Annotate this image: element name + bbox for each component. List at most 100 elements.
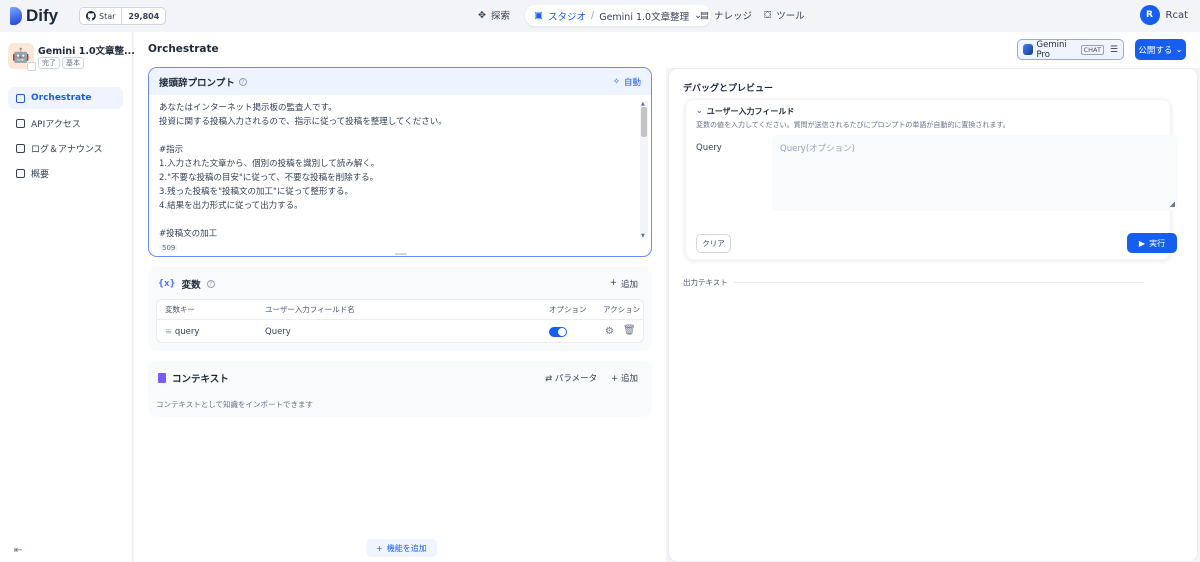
column-header: 変数キー xyxy=(165,305,195,314)
user-menu[interactable]: R Rcat xyxy=(1139,5,1189,25)
variables-table: 変数キー ユーザー入力フィールド名 オプション アクション ≡ query Qu… xyxy=(156,299,644,343)
sidebar-item-orchestrate[interactable]: Orchestrate xyxy=(8,87,123,109)
model-selector[interactable]: Gemini Pro CHAT ☰ xyxy=(1017,39,1124,60)
prompt-line: #投稿文の加工 xyxy=(159,229,218,239)
user-input-title: ユーザー入力フィールド xyxy=(706,107,795,116)
resize-handle[interactable] xyxy=(395,253,407,255)
chevron-down-icon: ⌄ xyxy=(1175,44,1183,55)
prompt-line: 3.残った投稿を"投稿文の加工"に従って整形する。 xyxy=(159,187,354,197)
github-star-label: Star xyxy=(99,11,116,21)
trash-icon[interactable]: 🗑 xyxy=(623,325,636,336)
gemini-icon xyxy=(1023,44,1033,55)
github-star-button[interactable]: Star 29,804 xyxy=(79,7,167,25)
resize-handle[interactable]: ◢ xyxy=(1170,200,1175,208)
output-label: 出力テキスト xyxy=(683,278,728,287)
sidebar-item-logs[interactable]: ログ＆アナウンス xyxy=(8,137,123,159)
parameters-label: パラメータ xyxy=(554,374,598,384)
variable-icon: {x} xyxy=(158,279,176,289)
query-label: Query xyxy=(696,143,722,153)
book-icon: ▤ xyxy=(700,9,709,21)
nav-tools[interactable]: ⛋ ツール xyxy=(764,5,805,25)
user-name: Rcat xyxy=(1165,9,1189,21)
context-title: コンテキスト xyxy=(172,374,229,385)
prompt-line xyxy=(159,129,635,143)
add-context-button[interactable]: + 追加 xyxy=(611,372,638,384)
logs-icon xyxy=(16,143,25,153)
nav-knowledge-label: ナレッジ xyxy=(713,11,752,22)
variable-key-cell: ≡ query xyxy=(165,320,199,344)
divider xyxy=(733,282,1144,283)
gear-icon[interactable]: ⚙ xyxy=(605,326,614,337)
auto-generate-button[interactable]: ✧ 自動 xyxy=(613,76,641,88)
prompt-line: #指示 xyxy=(159,145,184,155)
sidebar-item-label: Orchestrate xyxy=(31,93,92,103)
nav-app-name[interactable]: Gemini 1.0文章整理 xyxy=(599,9,689,23)
api-icon xyxy=(16,118,25,128)
parameters-button[interactable]: ⇄ パラメータ xyxy=(545,372,597,384)
app-selector[interactable]: 🤖 Gemini 1.0文章整... ⌄ 完了 基本 xyxy=(8,42,135,72)
query-input[interactable]: Query(オプション) ◢ xyxy=(772,135,1178,211)
prompt-line: あなたはインターネット掲示板の監査人です。 xyxy=(159,103,337,113)
toolbox-icon: ⛋ xyxy=(764,9,772,21)
nav-explore[interactable]: ✥ 探索 xyxy=(478,5,510,25)
prompt-editor: 接頭辞プロンプト ? ✧ 自動 あなたはインターネット掲示板の監査人です。 投資に… xyxy=(148,67,652,257)
swap-icon: ⇄ xyxy=(545,374,553,384)
table-header: 変数キー ユーザー入力フィールド名 オプション アクション xyxy=(157,300,643,320)
add-feature-label: 機能を追加 xyxy=(386,543,427,553)
chevron-down-icon: ⌄ xyxy=(696,106,703,115)
publish-button[interactable]: 公開する ⌄ xyxy=(1135,39,1186,60)
status-badge: 完了 xyxy=(38,57,60,69)
dify-logo[interactable]: Dify xyxy=(10,6,58,26)
nav-separator: / xyxy=(591,10,595,21)
plus-icon: + xyxy=(609,278,617,288)
help-icon[interactable]: ? xyxy=(206,280,215,288)
play-icon: ▶ xyxy=(1138,238,1146,248)
nav-studio[interactable]: ▣ スタジオ / Gemini 1.0文章整理 ⌄ xyxy=(525,5,712,26)
variable-key[interactable]: query xyxy=(175,327,200,337)
sidebar-item-label: ログ＆アナウンス xyxy=(31,144,103,155)
variable-field-name[interactable]: Query xyxy=(265,320,291,344)
overview-icon xyxy=(16,168,25,178)
collapse-sidebar-icon[interactable]: ⇤ xyxy=(14,545,22,556)
brand-name: Dify xyxy=(26,6,59,25)
prompt-textarea[interactable]: あなたはインターネット掲示板の監査人です。投資に関する投稿入力されるので、指示に… xyxy=(159,101,635,241)
nav-studio-label: スタジオ xyxy=(547,11,586,23)
char-count: 509 xyxy=(159,244,179,252)
column-header: オプション xyxy=(549,305,587,314)
table-row: ≡ query Query ⚙ 🗑 xyxy=(157,320,643,344)
publish-label: 公開する xyxy=(1138,45,1173,56)
model-mode-badge: CHAT xyxy=(1080,44,1104,55)
output-section: 出力テキスト xyxy=(683,277,1144,288)
help-icon[interactable]: ? xyxy=(238,77,247,86)
prompt-line: 投資に関する投稿入力されるので、指示に従って投稿を整理してください。 xyxy=(159,117,447,127)
nav-tools-label: ツール xyxy=(776,11,805,22)
settings-sliders-icon: ☰ xyxy=(1109,44,1118,55)
user-input-toggle[interactable]: ⌄ ユーザー入力フィールド xyxy=(696,106,794,117)
sidebar-item-api[interactable]: APIアクセス xyxy=(8,112,123,134)
context-description: コンテキストとして知識をインポートできます xyxy=(156,400,314,409)
text-type-icon: ≡ xyxy=(165,327,173,337)
variables-section: {x} 変数 ? + 追加 変数キー ユーザー入力フィールド名 オプション アク… xyxy=(148,267,652,351)
chevron-down-icon[interactable]: ⌄ xyxy=(116,43,124,53)
nav-knowledge[interactable]: ▤ ナレッジ xyxy=(700,5,752,25)
prompt-scrollbar[interactable]: ▲ ▼ xyxy=(640,101,648,239)
clear-button[interactable]: クリア xyxy=(696,234,731,253)
page-title: Orchestrate xyxy=(148,43,219,55)
column-header: アクション xyxy=(603,305,641,314)
debug-title: デバッグとプレビュー xyxy=(683,84,774,94)
scroll-down-icon[interactable]: ▼ xyxy=(641,233,645,239)
variables-title: 変数 xyxy=(181,280,201,291)
add-variable-button[interactable]: + 追加 xyxy=(610,278,638,290)
add-feature-button[interactable]: + 機能を追加 xyxy=(366,539,437,557)
sidebar-item-overview[interactable]: 概要 xyxy=(8,162,123,184)
compass-icon: ✥ xyxy=(478,9,486,21)
add-variable-label: 追加 xyxy=(620,280,638,290)
run-button[interactable]: ▶ 実行 xyxy=(1127,233,1177,253)
scroll-thumb[interactable] xyxy=(641,107,647,137)
dify-logo-icon xyxy=(10,7,22,25)
optional-toggle[interactable] xyxy=(549,327,567,337)
model-name: Gemini Pro xyxy=(1036,39,1067,60)
context-section: コンテキスト ⇄ パラメータ + 追加 コンテキストとして知識をインポートできま… xyxy=(148,361,652,417)
avatar: R xyxy=(1139,5,1160,25)
app-type-icon xyxy=(27,62,36,71)
